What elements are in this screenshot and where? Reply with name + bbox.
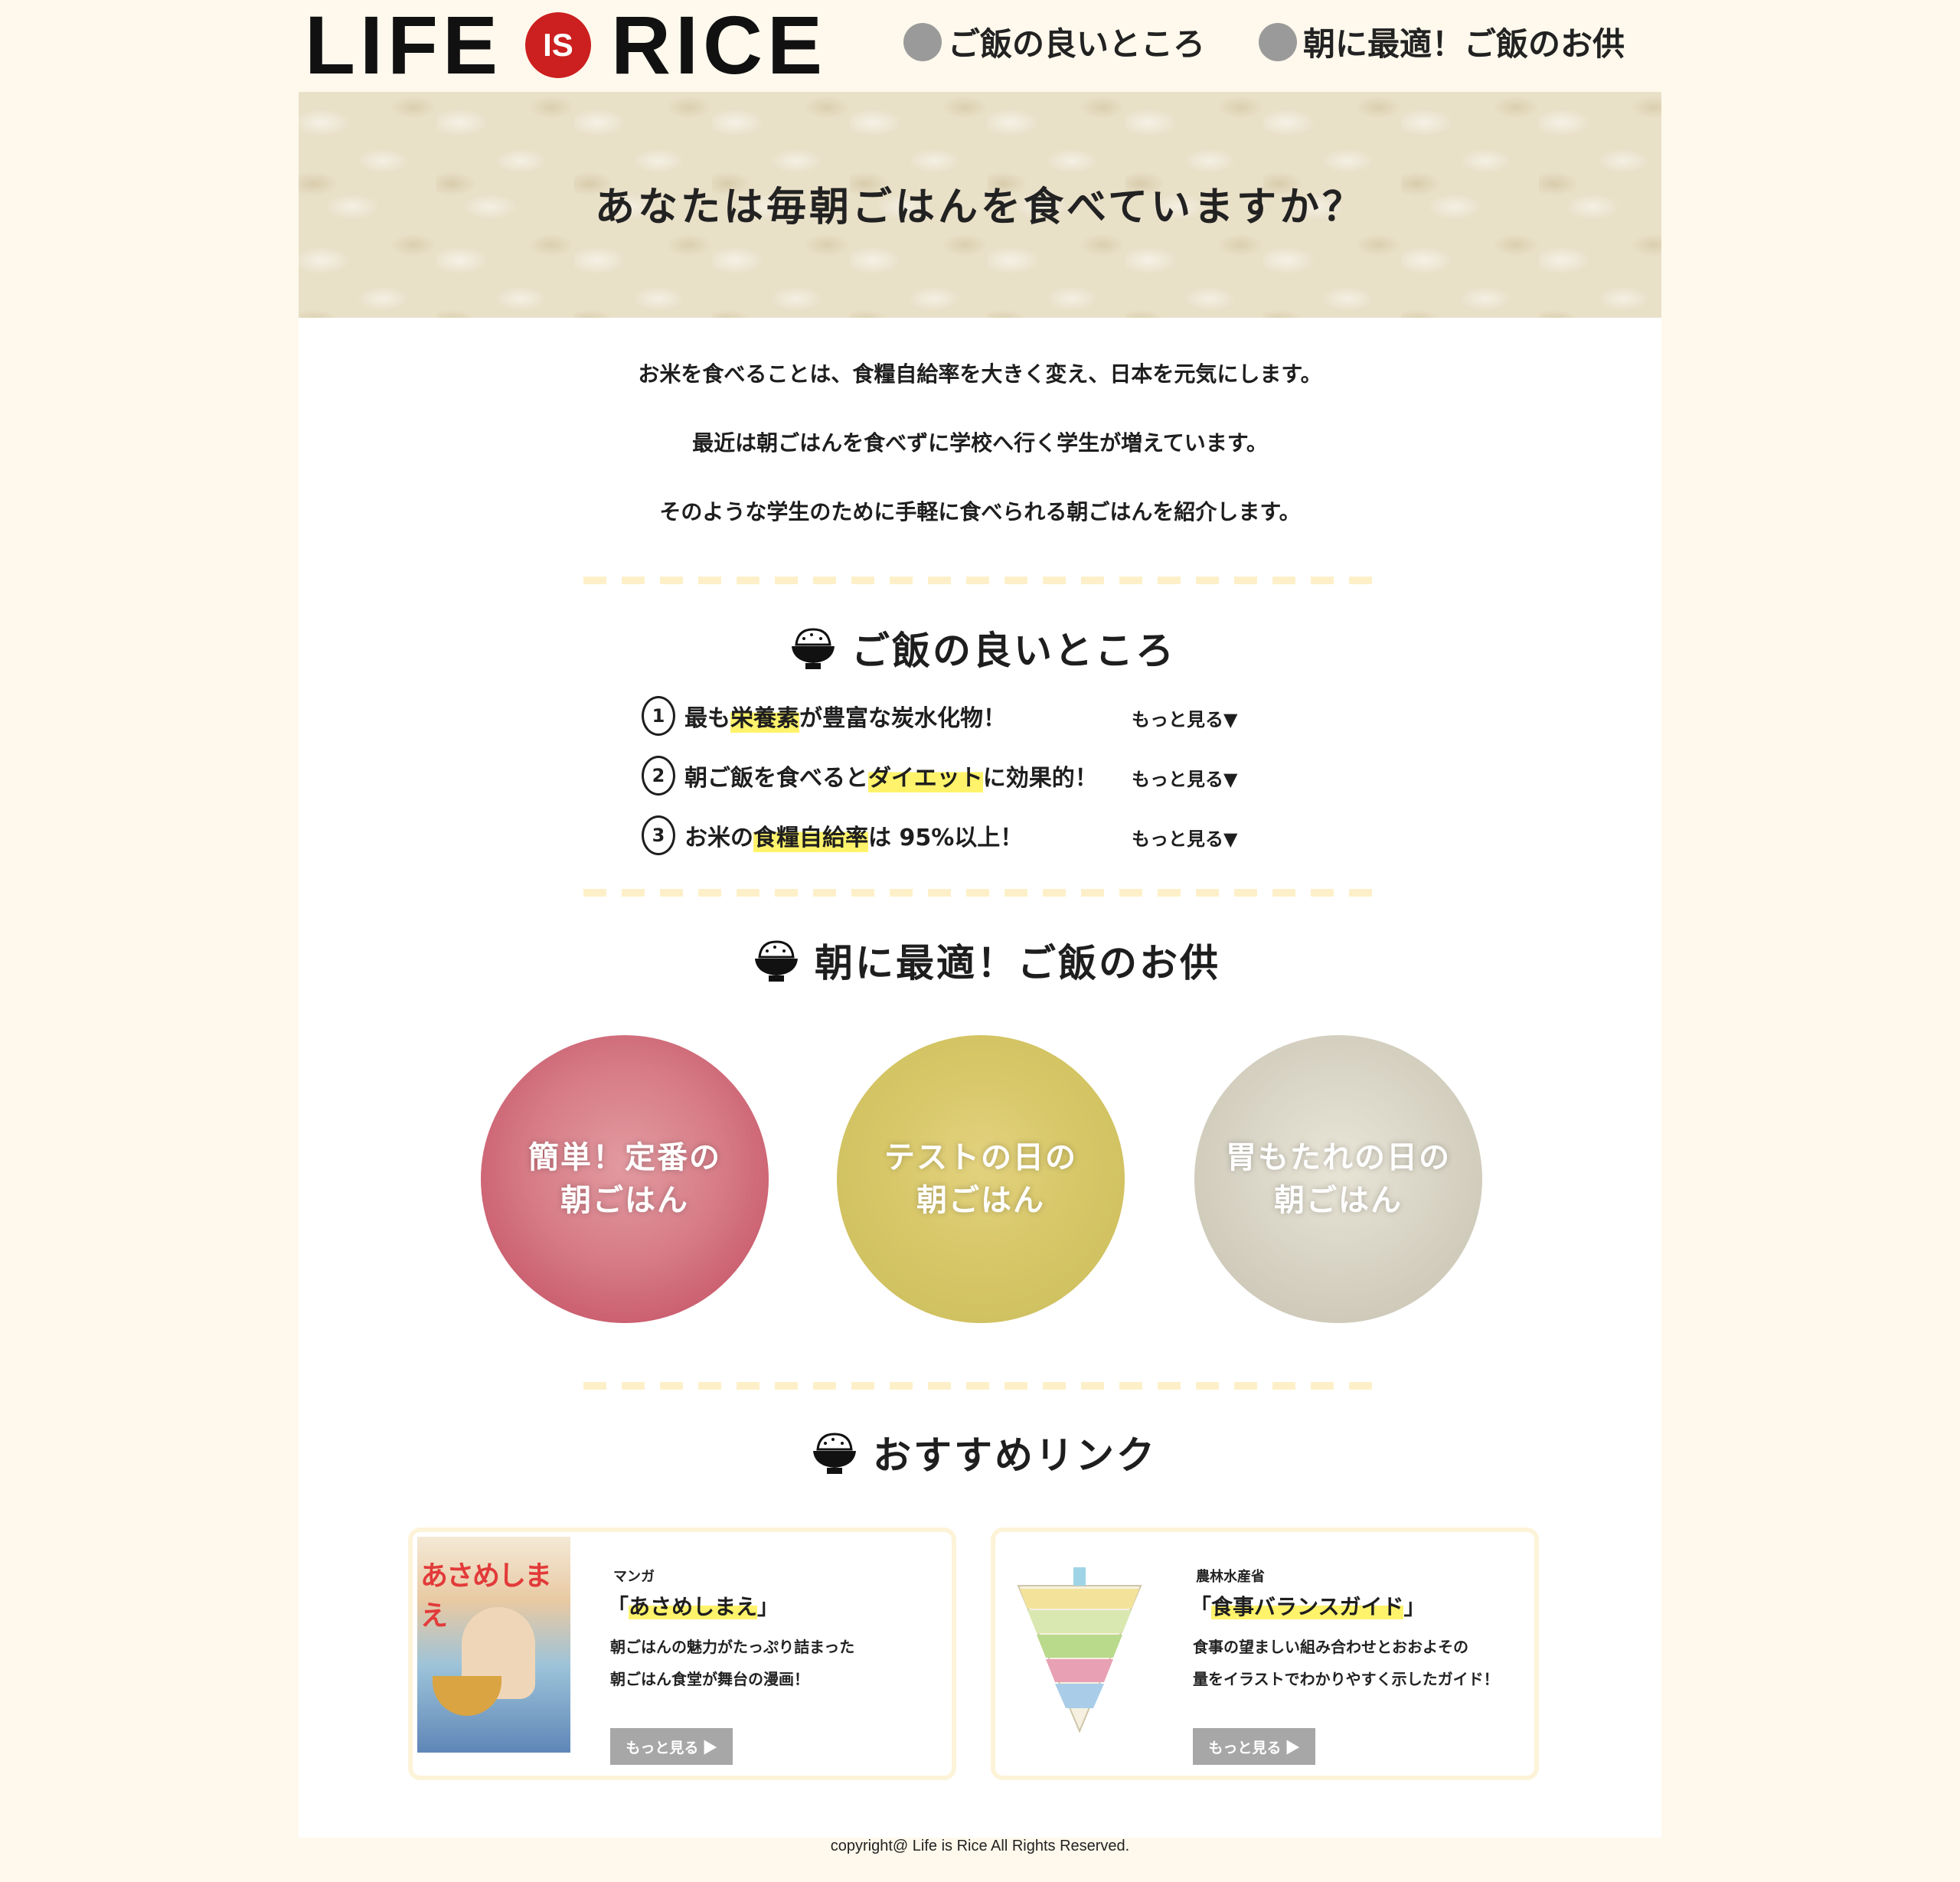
point-text-highlight: 食糧自給率 [753,818,868,852]
link-title-bracket: 」 [1403,1594,1426,1619]
link-description: 食事の望ましい組み合わせとおおよその [1193,1638,1468,1656]
companion-label-line: テストの日の [884,1140,1077,1175]
nav-dot-icon [903,22,942,61]
link-description: 量をイラストでわかりやすく示したガイド！ [1193,1670,1499,1688]
point-number: 3 [642,815,675,855]
companion-card-test-day[interactable]: テストの日の 朝ごはん [837,1035,1125,1323]
see-more-button[interactable]: もっと見る ▶ [610,1728,733,1765]
link-title: 「あさめしまえ」 [607,1590,779,1621]
point-text-pre: お米の [684,825,753,851]
page: LIFE IS RICE ご飯の良いところ 朝に最適！ご飯のお供 あなたは毎朝ご… [0,0,1960,1882]
companion-card-easy[interactable]: 簡単！定番の 朝ごはん [481,1035,769,1323]
section-heading-text: ご飯の良いところ [851,629,1176,673]
point-number: 1 [642,696,675,736]
good-point-item: 3 お米の 食糧自給率は 95%以上！ もっと見る▼ [642,815,1315,856]
link-title: 「食事バランスガイド」 [1190,1590,1425,1621]
nav-item-good-points[interactable]: ご飯の良いところ [903,18,1205,65]
section-heading-text: 朝に最適！ご飯のお供 [815,941,1220,985]
see-more-toggle[interactable]: もっと見る▼ [1132,764,1237,791]
footer-copyright: copyright@ Life is Rice All Rights Reser… [830,1838,1130,1854]
point-text-highlight: ダイエット [868,759,983,792]
companion-label-line: 朝ごはん [560,1183,689,1218]
rice-bowl-icon [792,628,835,669]
point-text-post: が豊富な炭水化物！ [799,705,1006,732]
manga-cover-image[interactable]: あさめしまえ [417,1537,570,1753]
dashed-divider [583,577,1380,584]
dashed-divider [583,889,1380,897]
intro-text: そのような学生のために手軽に食べられる朝ごはんを紹介します。 [659,499,1301,524]
companion-card-upset-stomach[interactable]: 胃もたれの日の 朝ごはん [1194,1035,1482,1323]
section-heading-companions: 朝に最適！ご飯のお供 [752,933,1220,988]
section-heading-good-points: ご飯の良いところ [789,620,1176,675]
manga-cover-bowl [433,1676,501,1716]
link-title-bracket: 「 [607,1594,629,1619]
nav-item-label: 朝に最適！ご飯のお供 [1303,25,1625,63]
companion-label-line: 朝ごはん [1274,1183,1403,1218]
link-title-text: 食事バランスガイド [1211,1594,1404,1619]
link-title-bracket: 」 [757,1594,779,1619]
link-category: マンガ [613,1569,655,1585]
nav-dot-icon [1259,22,1297,61]
companion-label: 胃もたれの日の 朝ごはん [1226,1136,1451,1222]
rice-bowl-icon [755,940,798,982]
point-text-pre: 朝ご飯を食べると [684,765,868,792]
hero-title: あなたは毎朝ごはんを食べていますか？ [595,185,1365,230]
section-heading-text: おすすめリンク [873,1433,1157,1478]
nav-item-companions[interactable]: 朝に最適！ご飯のお供 [1259,18,1625,65]
main-content: お米を食べることは、食糧自給率を大きく変え、日本を元気にします。 最近は朝ごはん… [299,318,1661,1838]
intro-text: 最近は朝ごはんを食べずに学校へ行く学生が増えています。 [692,430,1268,456]
site-logo[interactable]: LIFE IS RICE [305,4,827,87]
food-balance-guide-image[interactable] [1003,1563,1156,1739]
see-more-toggle[interactable]: もっと見る▼ [1132,704,1237,731]
logo-is-badge: IS [524,12,591,78]
point-number: 2 [642,756,675,796]
link-title-bracket: 「 [1190,1594,1212,1619]
point-text-highlight: 栄養素 [730,699,799,733]
link-card-manga: あさめしまえ マンガ 「あさめしまえ」 朝ごはんの魅力がたっぷり詰まった 朝ごは… [408,1527,956,1780]
companion-label-line: 朝ごはん [916,1183,1045,1218]
see-more-toggle[interactable]: もっと見る▼ [1132,824,1237,851]
nav-item-label: ご飯の良いところ [948,25,1206,63]
companion-label-line: 胃もたれの日の [1226,1140,1451,1175]
logo-rice: RICE [610,0,828,91]
link-description: 朝ごはん食堂が舞台の漫画！ [610,1670,809,1688]
point-text-post: は 95%以上！ [868,825,1024,851]
point-text-post: に効果的！ [982,765,1098,792]
link-title-text: あさめしまえ [629,1594,758,1619]
rice-bowl-icon [813,1433,856,1474]
companion-label-line: 簡単！定番の [528,1140,721,1175]
good-point-item: 2 朝ご飯を食べると ダイエット に効果的！ もっと見る▼ [642,755,1315,796]
companion-label: テストの日の 朝ごはん [884,1136,1077,1222]
link-card-guide: 農林水産省 「食事バランスガイド」 食事の望ましい組み合わせとおおよその 量をイ… [991,1527,1539,1780]
see-more-button[interactable]: もっと見る ▶ [1193,1728,1315,1765]
hero-banner: あなたは毎朝ごはんを食べていますか？ [299,92,1661,318]
logo-life: LIFE [305,0,502,91]
link-category: 農林水産省 [1196,1569,1265,1585]
good-point-item: 1 最も 栄養素 が豊富な炭水化物！ もっと見る▼ [642,695,1315,737]
companion-label: 簡単！定番の 朝ごはん [528,1136,721,1222]
dashed-divider [583,1382,1380,1390]
section-heading-links: おすすめリンク [810,1425,1157,1480]
intro-text: お米を食べることは、食糧自給率を大きく変え、日本を元気にします。 [638,361,1322,387]
link-description: 朝ごはんの魅力がたっぷり詰まった [610,1638,855,1656]
point-text-pre: 最も [684,705,730,732]
